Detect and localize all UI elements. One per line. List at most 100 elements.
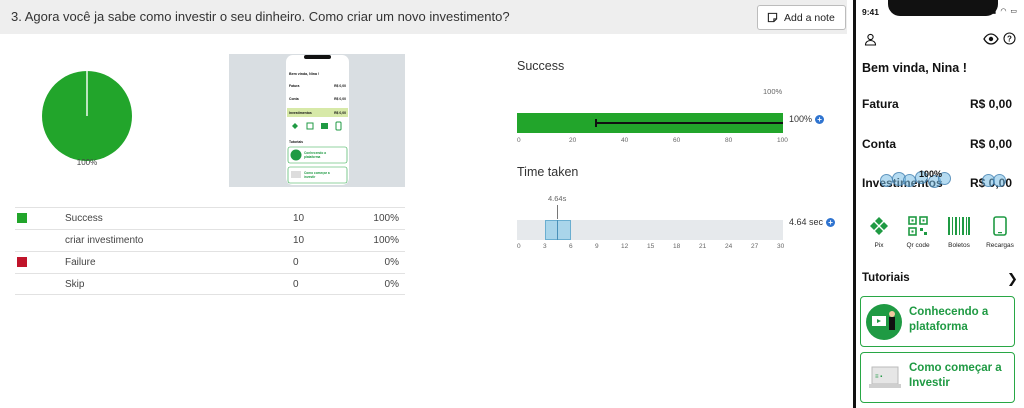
- plus-icon[interactable]: +: [826, 217, 836, 227]
- signal-wifi-battery-icon: ▮▮ ◠ ▭: [987, 8, 1018, 15]
- greeting: Bem vinda, Nina !: [862, 61, 967, 75]
- help-icon[interactable]: ?: [1003, 32, 1016, 45]
- axis-tick-label: 40: [621, 137, 629, 144]
- pix-shortcut[interactable]: Pix: [859, 216, 899, 249]
- conta-label: Conta: [862, 137, 896, 151]
- axis-tick-label: 15: [647, 243, 655, 250]
- svg-text:?: ?: [1007, 35, 1012, 44]
- svg-text:R$ 0,00: R$ 0,00: [334, 111, 346, 115]
- results-panel: 3. Agora você ja sabe como investir o se…: [0, 0, 853, 408]
- add-note-button[interactable]: Add a note: [757, 5, 846, 30]
- stat-percent: 100%: [373, 213, 399, 224]
- time-value-label: 4.64 sec +: [789, 217, 836, 227]
- heatmap-label: 100%: [919, 169, 943, 179]
- tutorial-card-como-comecar[interactable]: ≡ ▪ Como começar a Investir: [860, 352, 1015, 403]
- axis-tick-label: 24: [725, 243, 733, 250]
- fatura-row[interactable]: Fatura R$ 0,00: [862, 97, 1012, 111]
- test-result-screen: 3. Agora você ja sabe como investir o se…: [0, 0, 1024, 408]
- stat-percent: 0%: [384, 279, 399, 290]
- stat-percent: 100%: [373, 235, 399, 246]
- svg-text:Conta: Conta: [289, 97, 299, 101]
- axis-tick-label: 18: [673, 243, 681, 250]
- success-value-label: 100% +: [789, 114, 825, 124]
- success-pie-chart: [42, 71, 132, 161]
- axis-tick-label: 0: [517, 137, 521, 144]
- phone-notch: [888, 0, 998, 16]
- results-content: 100% Bem vinda, Nina ! Fatura R$ 0,00 Co…: [0, 34, 847, 304]
- conta-value: R$ 0,00: [969, 137, 1012, 151]
- tutorial-card-title: Conhecendo a plataforma: [909, 306, 989, 333]
- qr-code-icon: [908, 216, 928, 236]
- axis-tick-label: 6: [569, 243, 573, 250]
- success-range-line: [595, 122, 783, 124]
- stat-name: Skip: [65, 279, 85, 290]
- pix-label: Pix: [874, 242, 884, 249]
- question-header: 3. Agora você ja sabe como investir o se…: [0, 0, 847, 34]
- fatura-value: R$ 0,00: [969, 97, 1012, 111]
- fatura-label: Fatura: [862, 97, 899, 111]
- boletos-shortcut[interactable]: Boletos: [939, 216, 979, 249]
- tutorial-card-conhecendo[interactable]: Conhecendo a plataforma: [860, 296, 1015, 347]
- success-range-tick: [595, 119, 597, 127]
- axis-tick-label: 100: [777, 137, 788, 144]
- time-marker-line: [557, 205, 558, 219]
- stat-name: criar investimento: [65, 235, 144, 246]
- barcode-icon: [948, 217, 970, 235]
- svg-text:R$ 0,00: R$ 0,00: [334, 84, 346, 88]
- axis-tick-label: 30: [777, 243, 785, 250]
- success-swatch: [17, 213, 27, 223]
- time-marker-label: 4.64s: [548, 194, 567, 203]
- stat-count: 0: [293, 279, 299, 290]
- stat-count: 10: [293, 213, 305, 224]
- phone-recharge-icon: [993, 216, 1007, 236]
- success-metric-title: Success: [517, 59, 565, 73]
- profile-icon[interactable]: [864, 33, 877, 46]
- recargas-shortcut[interactable]: Recargas: [980, 216, 1020, 249]
- svg-text:Tutoriais: Tutoriais: [289, 140, 303, 144]
- axis-tick-label: 0: [517, 243, 521, 250]
- axis-tick-label: 60: [673, 137, 681, 144]
- stat-count: 0: [293, 257, 299, 268]
- stat-percent: 0%: [384, 257, 399, 268]
- svg-text:investir: investir: [304, 175, 316, 179]
- axis-tick-label: 21: [699, 243, 707, 250]
- axis-tick-label: 3: [543, 243, 547, 250]
- plus-icon[interactable]: +: [815, 114, 825, 124]
- stat-row-failure: Failure 0 0%: [15, 251, 405, 273]
- svg-text:plataforma: plataforma: [304, 155, 321, 159]
- axis-tick-label: 9: [595, 243, 599, 250]
- failure-swatch: [17, 257, 27, 267]
- chevron-right-icon[interactable]: ❯: [1007, 271, 1018, 287]
- thumbnail-phone-drawing: Bem vinda, Nina ! Fatura R$ 0,00 Conta R…: [287, 55, 348, 184]
- time-metric-title: Time taken: [517, 165, 579, 179]
- conta-row[interactable]: Conta R$ 0,00: [862, 137, 1012, 151]
- axis-tick-label: 20: [569, 137, 577, 144]
- screen-thumbnail[interactable]: Bem vinda, Nina ! Fatura R$ 0,00 Conta R…: [229, 54, 405, 187]
- qrcode-shortcut[interactable]: Qr code: [898, 216, 938, 249]
- laptop-illustration-icon: ≡ ▪: [869, 366, 901, 388]
- tutorial-illustration-icon: [866, 304, 902, 340]
- stat-count: 10: [293, 235, 305, 246]
- boletos-label: Boletos: [948, 242, 970, 249]
- svg-text:Fatura: Fatura: [289, 84, 299, 88]
- eye-icon[interactable]: [983, 33, 999, 45]
- stat-row-success: Success 10 100%: [15, 207, 405, 229]
- stat-name: Failure: [65, 257, 96, 268]
- stat-row-path[interactable]: criar investimento 10 100%: [15, 229, 405, 251]
- success-top-label: 100%: [763, 87, 783, 96]
- success-bar-track: [517, 113, 783, 133]
- status-time: 9:41: [862, 7, 880, 17]
- question-title: 3. Agora você ja sabe como investir o se…: [11, 9, 510, 24]
- stat-name: Success: [65, 213, 103, 224]
- svg-text:Investimentos: Investimentos: [289, 111, 312, 115]
- time-median-line: [557, 220, 558, 240]
- add-note-label: Add a note: [784, 11, 835, 24]
- axis-tick-label: 27: [751, 243, 759, 250]
- stats-table: Success 10 100% criar investimento 10 10…: [15, 207, 405, 295]
- tutorial-card-title: Como começar a Investir: [909, 362, 1002, 389]
- recargas-label: Recargas: [986, 242, 1014, 249]
- axis-tick-label: 12: [621, 243, 629, 250]
- time-bar-track: [517, 220, 783, 240]
- svg-text:≡ ▪: ≡ ▪: [875, 374, 882, 380]
- phone-screen: 9:41 ▮▮ ◠ ▭ ? Bem vinda, Nina ! Fatura R…: [853, 0, 1024, 408]
